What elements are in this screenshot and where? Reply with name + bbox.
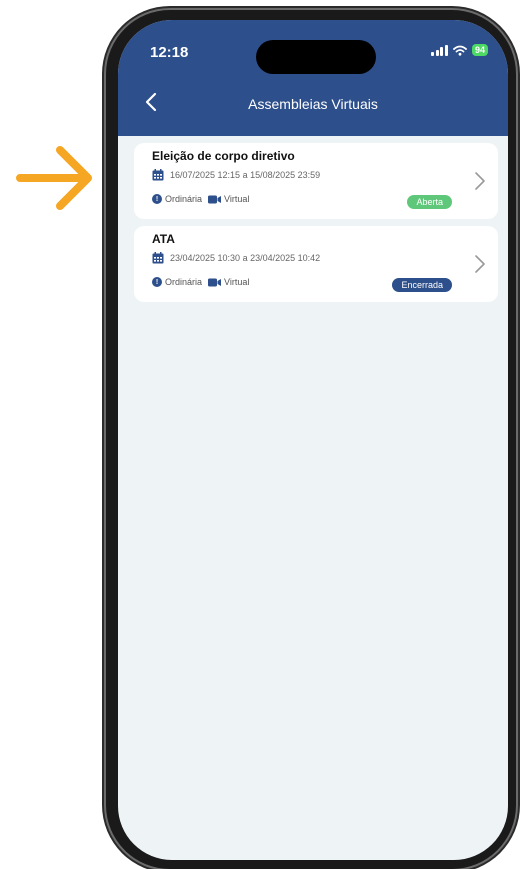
assembly-mode-label: Virtual: [224, 277, 250, 287]
arrow-right-icon: [16, 146, 92, 210]
page-title: Assembleias Virtuais: [248, 96, 378, 112]
app-header: 12:18 94 Assembleias Virtuais: [118, 20, 508, 136]
status-badge: Aberta: [407, 195, 452, 209]
video-icon: [208, 278, 222, 286]
assembly-card[interactable]: ATA 23/04/2025 10:30 a 23/04/2025 10:42 …: [134, 226, 498, 302]
assembly-mode: Virtual: [208, 277, 249, 287]
assembly-date-row: 16/07/2025 12:15 a 15/08/2025 23:59: [152, 169, 320, 181]
assembly-title: ATA: [152, 232, 175, 246]
status-time: 12:18: [150, 44, 189, 61]
assembly-type-label: Ordinária: [165, 194, 203, 204]
chevron-right-icon: [475, 172, 485, 190]
assembly-date-row: 23/04/2025 10:30 a 23/04/2025 10:42: [152, 252, 320, 264]
chevron-right-icon: [475, 255, 485, 273]
info-icon: !: [152, 277, 162, 287]
app-screen: 12:18 94 Assembleias Virtuais Eleição de…: [118, 20, 508, 860]
assembly-type: ! Ordinária: [152, 194, 202, 204]
assembly-meta: ! Ordinária Virtual: [152, 194, 249, 204]
assembly-meta: ! Ordinária Virtual: [152, 277, 249, 287]
assembly-type: ! Ordinária: [152, 277, 202, 287]
assembly-mode: Virtual: [208, 194, 249, 204]
calendar-icon: [152, 169, 164, 181]
video-icon: [208, 195, 222, 203]
assembly-mode-label: Virtual: [224, 194, 250, 204]
battery-indicator: 94: [471, 44, 488, 56]
assembly-date: 23/04/2025 10:30 a 23/04/2025 10:42: [170, 253, 321, 263]
assembly-date: 16/07/2025 12:15 a 15/08/2025 23:59: [170, 170, 321, 180]
assembly-type-label: Ordinária: [165, 277, 203, 287]
calendar-icon: [152, 252, 164, 264]
dynamic-island: [256, 40, 376, 74]
assembly-card[interactable]: Eleição de corpo diretivo 16/07/2025 12:…: [134, 143, 498, 219]
info-icon: !: [152, 194, 162, 204]
status-icons: 94: [431, 44, 488, 56]
status-badge: Encerrada: [392, 278, 452, 292]
assembly-title: Eleição de corpo diretivo: [152, 149, 295, 163]
signal-icon: [431, 44, 448, 56]
wifi-icon: [453, 45, 467, 56]
